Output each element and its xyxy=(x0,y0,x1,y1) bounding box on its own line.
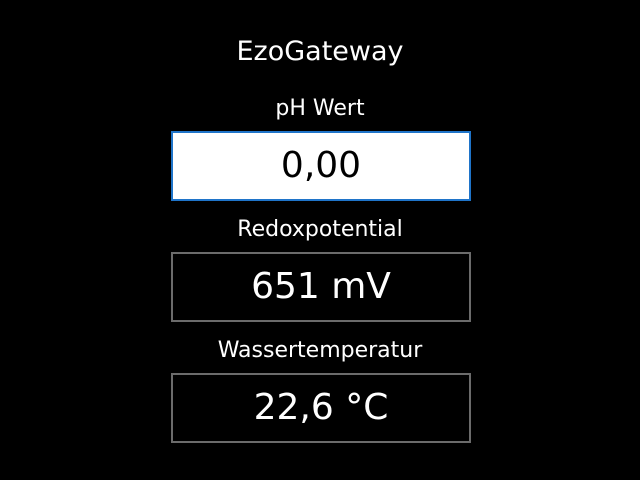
redox-label: Redoxpotential xyxy=(237,217,403,242)
redox-value-field[interactable]: 651 mV xyxy=(171,252,471,322)
temperature-value-field[interactable]: 22,6 °C xyxy=(171,373,471,443)
app-title: EzoGateway xyxy=(236,36,404,67)
ph-label: pH Wert xyxy=(275,96,365,121)
temperature-label: Wassertemperatur xyxy=(217,338,423,363)
ph-value-field[interactable]: 0,00 xyxy=(171,131,471,201)
app-window: EzoGateway pH Wert 0,00 Redoxpotential 6… xyxy=(0,0,640,480)
